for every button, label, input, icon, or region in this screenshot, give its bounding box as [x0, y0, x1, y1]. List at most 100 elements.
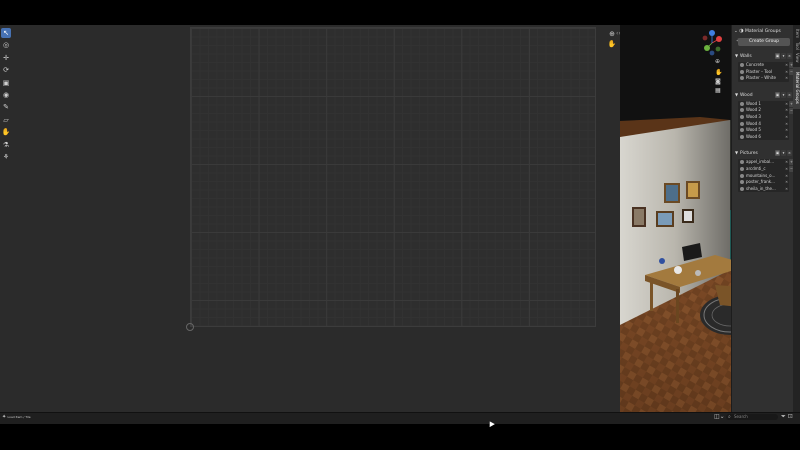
material-swatch-icon [740, 63, 744, 67]
remove-icon[interactable]: ✕ [785, 186, 788, 193]
material-row[interactable]: Wood 4 ✕ [738, 121, 789, 128]
orientation-gizmo-icon[interactable] [697, 29, 727, 57]
status-text: ✦ Load Item / Tile [2, 414, 31, 420]
pan-hand-icon[interactable]: ✋ [607, 40, 617, 48]
material-row[interactable]: Wood 5 ✕ [738, 127, 789, 134]
remove-icon[interactable]: ✕ [785, 121, 788, 128]
material-name: Wood 3 [746, 113, 761, 119]
scale-icon[interactable]: ▣ [1, 78, 11, 88]
remove-icon[interactable]: ✕ [785, 114, 788, 121]
uv-origin-marker [186, 323, 194, 331]
remove-icon[interactable]: ✕ [785, 69, 788, 76]
material-swatch-icon [740, 114, 744, 119]
close-icon[interactable]: × [787, 91, 792, 98]
uv-grid[interactable] [190, 27, 596, 327]
move-icon[interactable]: ✛ [1, 53, 11, 63]
tab-item[interactable]: Item [793, 29, 800, 39]
remove-icon[interactable]: ✕ [785, 62, 788, 69]
pinch-icon[interactable]: ⚘ [1, 152, 11, 162]
material-row[interactable]: Wood 1 ✕ [738, 101, 789, 108]
chevron-down-icon: ⌄ [734, 29, 738, 34]
material-swatch-icon [740, 180, 744, 185]
material-name: sheila_in_the... [746, 185, 776, 191]
select-group-icon[interactable]: ▣ [775, 53, 780, 59]
material-name: Plaster – White [746, 75, 776, 81]
material-name: Plaster – Tool [746, 68, 773, 74]
material-row[interactable]: Wood 3 ✕ [738, 114, 789, 121]
remove-icon[interactable]: ✕ [785, 75, 788, 82]
panel-header[interactable]: ⌄ ◑ Material Groups [734, 27, 792, 35]
sidebar-tabs: Item Tool View Material Groups [793, 25, 800, 412]
camera-icon[interactable]: ◙ [715, 78, 721, 85]
material-row[interactable]: appel_imbal... ✕ [738, 159, 789, 166]
top-letterbox [0, 0, 800, 25]
rip-icon[interactable]: ▱ [1, 115, 11, 125]
group-header[interactable]: ▼ Pictures ▣ ▾ × [735, 149, 792, 157]
cursor-3d-icon[interactable]: ◎ [1, 40, 11, 50]
material-name: arcdmti_c [746, 165, 766, 171]
layout-toggle-icon[interactable]: ◫⌄ [714, 413, 725, 420]
rotate-icon[interactable]: ⟳ [1, 65, 11, 75]
remove-icon[interactable]: ✕ [785, 101, 788, 108]
material-row[interactable]: Plaster – Tool ✕ [738, 69, 789, 76]
group-actions: ▣ ▾ × [775, 91, 792, 98]
material-list: Wood 1 ✕ Wood 2 ✕ Wood 3 ✕ Wood 4 ✕ Wood 5 ✕ Wood … [738, 100, 789, 141]
annotate-icon[interactable]: ✎ [1, 102, 11, 112]
pan-hand-icon[interactable]: ✋ [715, 69, 722, 76]
remove-icon[interactable]: ✕ [785, 134, 788, 141]
material-swatch-icon [740, 121, 744, 126]
tool-shelf: ↖ ◎ ✛ ⟳ ▣ ◉ ✎ ▱ ✋ ⚗ ⚘ [0, 28, 13, 168]
settings-icon[interactable]: ▾ [781, 91, 786, 98]
tab-view[interactable]: View [793, 53, 800, 63]
create-group-button[interactable]: Create Group [738, 38, 790, 46]
remove-icon[interactable]: ✕ [785, 179, 788, 186]
material-name: mountains_o... [746, 172, 776, 178]
material-row[interactable]: arcdmti_c ✕ [738, 166, 789, 173]
close-icon[interactable]: × [787, 53, 792, 59]
blender-logo-icon: ✦ [2, 414, 7, 420]
material-name: appel_imbal... [746, 159, 775, 165]
material-row[interactable]: Plaster – White ✕ [738, 75, 789, 82]
close-icon[interactable]: × [787, 150, 792, 157]
material-swatch-icon [740, 173, 744, 178]
material-name: Concrete [746, 62, 765, 67]
filter-icon[interactable]: ⏷ ⊡ [781, 413, 793, 421]
material-swatch-icon [740, 128, 744, 133]
group-header[interactable]: ▼ Walls ▣ ▾ × [735, 52, 792, 60]
settings-icon[interactable]: ▾ [781, 53, 786, 59]
settings-icon[interactable]: ▾ [781, 150, 786, 157]
viewport-gizmo-area: ⊕ ✋ ◙ ▦ [697, 29, 727, 95]
select-cursor-icon[interactable]: ↖ [1, 28, 11, 38]
group-actions: ▣ ▾ × [775, 150, 792, 157]
remove-icon[interactable]: ✕ [785, 159, 788, 166]
material-row[interactable]: poster_frank... ✕ [738, 179, 789, 186]
remove-icon[interactable]: ✕ [785, 107, 788, 114]
group-header[interactable]: ▼ Wood ▣ ▾ × [735, 91, 792, 99]
grab-icon[interactable]: ✋ [1, 127, 11, 137]
grid-perspective-icon[interactable]: ▦ [715, 87, 721, 94]
material-swatch-icon [740, 101, 744, 106]
material-row[interactable]: sheila_in_the... ✕ [738, 186, 789, 193]
group-name: Wood [740, 92, 753, 98]
material-swatch-icon [740, 108, 744, 113]
material-swatch-icon [740, 186, 744, 191]
search-input[interactable]: Search [726, 414, 778, 420]
material-row[interactable]: mountains_o... ✕ [738, 173, 789, 180]
remove-icon[interactable]: ✕ [785, 127, 788, 134]
remove-icon[interactable]: ✕ [785, 173, 788, 180]
tab-material-groups[interactable]: Material Groups [793, 67, 800, 109]
relax-icon[interactable]: ⚗ [1, 140, 11, 150]
select-group-icon[interactable]: ▣ [775, 91, 780, 98]
transform-icon[interactable]: ◉ [1, 90, 11, 100]
remove-icon[interactable]: ✕ [785, 166, 788, 173]
material-swatch-icon [740, 160, 744, 165]
material-name: Wood 1 [746, 100, 761, 106]
material-row[interactable]: Wood 2 ✕ [738, 107, 789, 114]
material-row[interactable]: Wood 6 ✕ [738, 134, 789, 141]
material-list: appel_imbal... ✕ arcdmti_c ✕ mountains_o... ✕… [738, 159, 789, 193]
search-icon: ⌕ [728, 414, 731, 420]
tab-tool[interactable]: Tool [793, 41, 800, 51]
select-group-icon[interactable]: ▣ [775, 150, 780, 157]
zoom-icon[interactable]: ⊕ [715, 58, 720, 65]
material-row[interactable]: Concrete ✕ [738, 62, 789, 69]
